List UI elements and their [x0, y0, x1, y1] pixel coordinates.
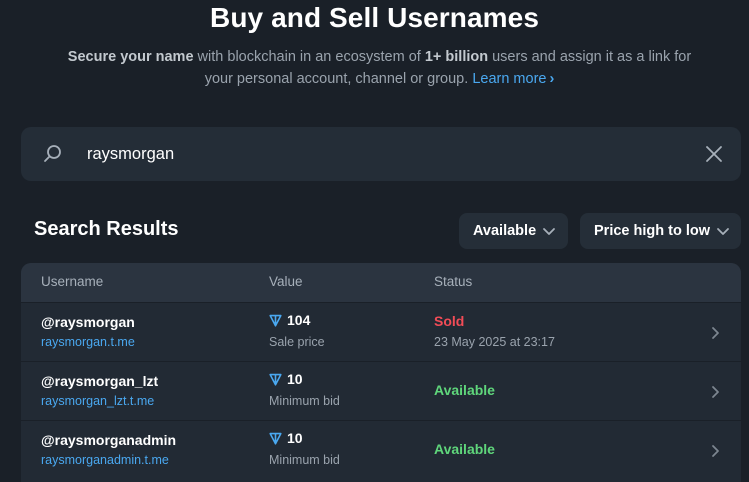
search-results-title: Search Results — [34, 218, 179, 240]
value-label: Minimum bid — [269, 394, 340, 408]
value-label: Sale price — [269, 335, 325, 349]
ton-icon — [269, 432, 282, 445]
status-badge: Available — [434, 382, 495, 398]
status-filter-label: Available — [473, 223, 537, 239]
column-header-status: Status — [434, 274, 473, 289]
page-title: Buy and Sell Usernames — [210, 2, 539, 33]
value-amount: 104 — [287, 312, 311, 328]
learn-more-link[interactable]: Learn more › — [472, 71, 554, 87]
username-link[interactable]: raysmorgan.t.me — [41, 335, 135, 349]
username: @raysmorgan — [41, 314, 135, 330]
status-badge: Available — [434, 441, 495, 457]
username-link[interactable]: raysmorganadmin.t.me — [41, 453, 169, 467]
subtitle-bold-1: Secure your name — [67, 49, 194, 65]
search-icon — [44, 145, 61, 162]
chevron-down-icon — [543, 228, 555, 235]
value-label: Minimum bid — [269, 453, 340, 467]
status-filter-dropdown[interactable]: Available — [459, 213, 568, 249]
ton-icon — [269, 373, 282, 386]
subtitle-bold-2: 1+ billion — [424, 49, 489, 65]
value-amount: 10 — [287, 430, 303, 446]
close-icon[interactable] — [704, 144, 724, 164]
chevron-right-icon: › — [549, 71, 555, 87]
chevron-right-icon — [712, 386, 719, 398]
column-header-value: Value — [269, 274, 303, 289]
chevron-right-icon — [712, 445, 719, 457]
username: @raysmorgan_lzt — [41, 373, 159, 389]
status-date: 23 May 2025 at 23:17 — [434, 335, 555, 349]
username: @raysmorganadmin — [41, 432, 177, 448]
status-badge: Sold — [434, 313, 465, 329]
results-table: Username Value Status @raysmorgan raysmo… — [21, 263, 741, 482]
username-link[interactable]: raysmorgan_lzt.t.me — [41, 394, 154, 408]
ton-icon — [269, 314, 282, 327]
search-input[interactable] — [87, 139, 667, 169]
table-row[interactable]: @raysmorgan_lzt raysmorgan_lzt.t.me 10 M… — [21, 361, 741, 420]
table-row[interactable]: @raysmorganadmin raysmorganadmin.t.me 10… — [21, 420, 741, 479]
search-bar[interactable] — [21, 127, 741, 181]
chevron-right-icon — [712, 327, 719, 339]
learn-more-label: Learn more — [472, 71, 547, 87]
subtitle-text-1: with blockchain in an ecosystem of — [193, 49, 425, 65]
column-header-username: Username — [41, 274, 104, 289]
sort-dropdown[interactable]: Price high to low — [580, 213, 741, 249]
table-row[interactable]: @raysmorgan raysmorgan.t.me 104 Sale pri… — [21, 302, 741, 361]
value-amount: 10 — [287, 371, 303, 387]
table-header: Username Value Status — [21, 263, 741, 302]
page-subtitle: Secure your name with blockchain in an e… — [60, 46, 699, 90]
sort-label: Price high to low — [594, 223, 711, 239]
chevron-down-icon — [717, 228, 729, 235]
